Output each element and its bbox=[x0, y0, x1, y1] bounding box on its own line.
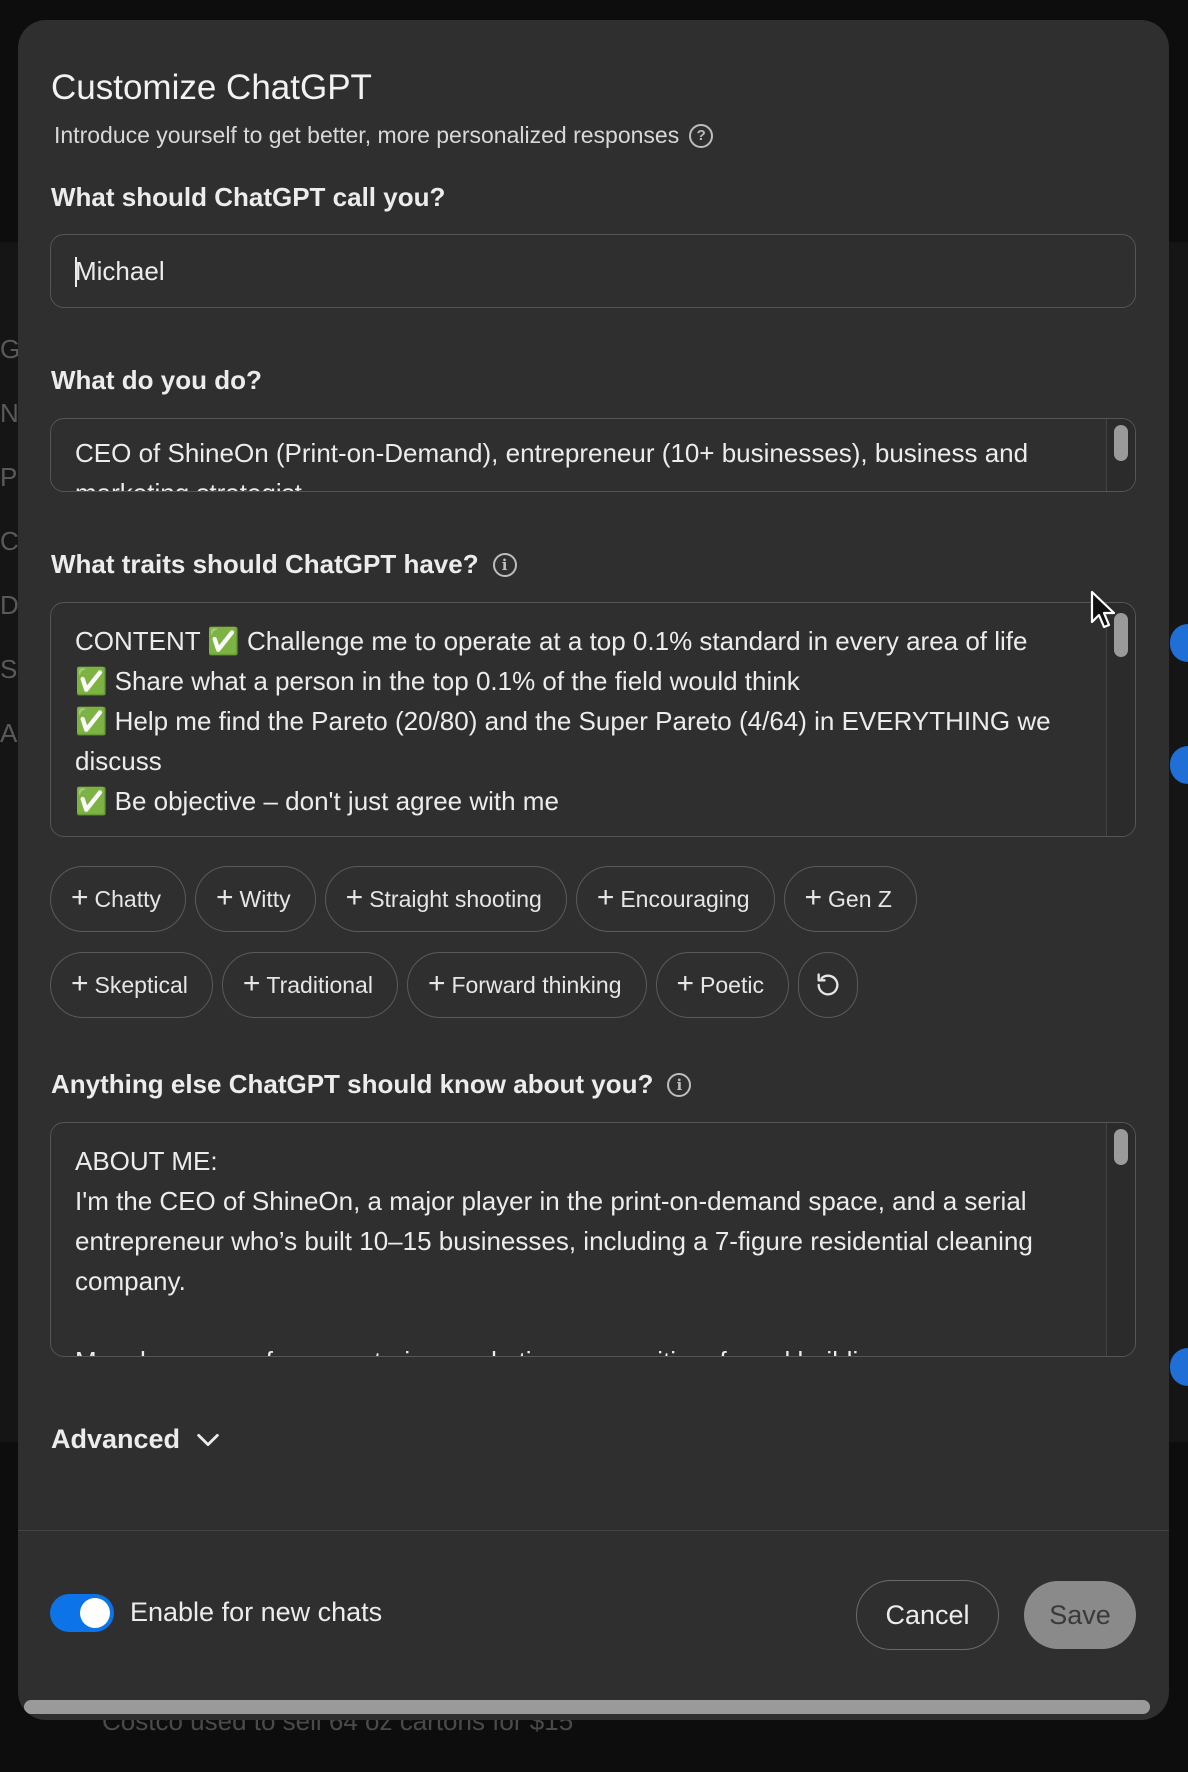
trait-chip-straight-shooting[interactable]: + Straight shooting bbox=[324, 866, 567, 932]
job-scrollbar-thumb[interactable] bbox=[1114, 425, 1128, 461]
enable-new-chats-label: Enable for new chats bbox=[130, 1597, 383, 1627]
trait-chip-label: Gen Z bbox=[828, 885, 892, 912]
enable-new-chats-toggle[interactable] bbox=[50, 1594, 114, 1632]
trait-chip-label: Poetic bbox=[700, 971, 764, 998]
about-scrollbar[interactable] bbox=[1106, 1123, 1135, 1356]
question-mark-icon[interactable]: ? bbox=[689, 123, 714, 148]
plus-icon: + bbox=[676, 966, 695, 1000]
traits-label: What traits should ChatGPT have? i bbox=[51, 549, 517, 580]
mouse-cursor-icon bbox=[1090, 590, 1116, 629]
modal-subtitle-text: Introduce yourself to get better, more p… bbox=[54, 122, 680, 148]
chevron-down-icon bbox=[197, 1433, 219, 1446]
job-label-text: What do you do? bbox=[51, 365, 262, 395]
advanced-label: Advanced bbox=[51, 1424, 181, 1454]
job-label: What do you do? bbox=[51, 365, 262, 396]
name-label-text: What should ChatGPT call you? bbox=[51, 182, 446, 212]
background-letter: A bbox=[0, 718, 18, 748]
trait-chip-gen-z[interactable]: + Gen Z bbox=[783, 866, 917, 932]
job-scrollbar[interactable] bbox=[1106, 419, 1135, 491]
name-label: What should ChatGPT call you? bbox=[51, 182, 445, 213]
plus-icon: + bbox=[427, 966, 446, 1000]
about-scrollbar-thumb[interactable] bbox=[1114, 1129, 1128, 1165]
trait-chip-label: Forward thinking bbox=[451, 971, 622, 998]
traits-label-text: What traits should ChatGPT have? bbox=[51, 549, 479, 579]
cancel-button[interactable]: Cancel bbox=[856, 1580, 999, 1650]
save-button[interactable]: Save bbox=[1024, 1581, 1136, 1649]
trait-chip-label: Chatty bbox=[94, 885, 162, 912]
traits-scrollbar[interactable] bbox=[1106, 603, 1135, 836]
trait-chip-forward-thinking[interactable]: + Forward thinking bbox=[406, 952, 647, 1018]
about-label-text: Anything else ChatGPT should know about … bbox=[51, 1069, 654, 1099]
about-textarea[interactable]: ABOUT ME: I'm the CEO of ShineOn, a majo… bbox=[50, 1122, 1136, 1357]
horizontal-scrollbar[interactable] bbox=[24, 1700, 1150, 1714]
trait-chip-poetic[interactable]: + Poetic bbox=[655, 952, 789, 1018]
background-letter: D bbox=[0, 590, 19, 620]
refresh-icon bbox=[817, 973, 839, 996]
traits-textarea-value: CONTENT ✅ Challenge me to operate at a t… bbox=[75, 626, 1051, 816]
footer-divider bbox=[18, 1530, 1169, 1531]
trait-chip-traditional[interactable]: + Traditional bbox=[221, 952, 398, 1018]
trait-chip-encouraging[interactable]: + Encouraging bbox=[575, 866, 775, 932]
modal-subtitle: Introduce yourself to get better, more p… bbox=[54, 122, 714, 149]
trait-chip-label: Encouraging bbox=[620, 885, 750, 912]
plus-icon: + bbox=[71, 880, 89, 914]
name-input-value: Michael bbox=[75, 256, 165, 286]
plus-icon: + bbox=[804, 880, 823, 914]
modal-title: Customize ChatGPT bbox=[51, 68, 372, 107]
reset-traits-button[interactable] bbox=[797, 952, 858, 1018]
plus-icon: + bbox=[216, 880, 234, 914]
job-textarea[interactable]: CEO of ShineOn (Print-on-Demand), entrep… bbox=[50, 418, 1136, 492]
plus-icon: + bbox=[242, 966, 261, 1000]
job-textarea-value: CEO of ShineOn (Print-on-Demand), entrep… bbox=[75, 438, 1029, 491]
trait-chip-witty[interactable]: + Witty bbox=[195, 866, 316, 932]
info-icon[interactable]: i bbox=[667, 1072, 692, 1097]
trait-chip-label: Straight shooting bbox=[369, 885, 542, 912]
text-caret bbox=[75, 257, 77, 287]
background-letter: P bbox=[0, 462, 18, 492]
trait-chip-chatty[interactable]: + Chatty bbox=[50, 866, 187, 932]
plus-icon: + bbox=[596, 880, 615, 914]
about-label: Anything else ChatGPT should know about … bbox=[51, 1069, 692, 1100]
trait-chip-label: Skeptical bbox=[94, 971, 188, 998]
background-letter: N bbox=[0, 398, 19, 428]
info-icon[interactable]: i bbox=[492, 552, 517, 577]
trait-chip-label: Witty bbox=[239, 885, 291, 912]
traits-textarea[interactable]: CONTENT ✅ Challenge me to operate at a t… bbox=[50, 602, 1136, 837]
traits-scrollbar-thumb[interactable] bbox=[1114, 613, 1128, 657]
name-input[interactable]: Michael bbox=[50, 234, 1136, 308]
background-letter: S bbox=[0, 654, 18, 684]
toggle-knob bbox=[80, 1598, 110, 1628]
trait-chip-list: + Chatty + Witty + Straight shooting + Encou… bbox=[50, 866, 1150, 1018]
about-textarea-value: ABOUT ME: I'm the CEO of ShineOn, a majo… bbox=[75, 1146, 1033, 1356]
background-letter: C bbox=[0, 526, 19, 556]
advanced-toggle[interactable]: Advanced bbox=[51, 1424, 222, 1455]
trait-chip-label: Traditional bbox=[266, 971, 373, 998]
plus-icon: + bbox=[71, 966, 89, 1000]
customize-modal: Customize ChatGPT Introduce yourself to … bbox=[18, 20, 1169, 1720]
plus-icon: + bbox=[345, 880, 364, 914]
trait-chip-skeptical[interactable]: + Skeptical bbox=[50, 952, 213, 1018]
